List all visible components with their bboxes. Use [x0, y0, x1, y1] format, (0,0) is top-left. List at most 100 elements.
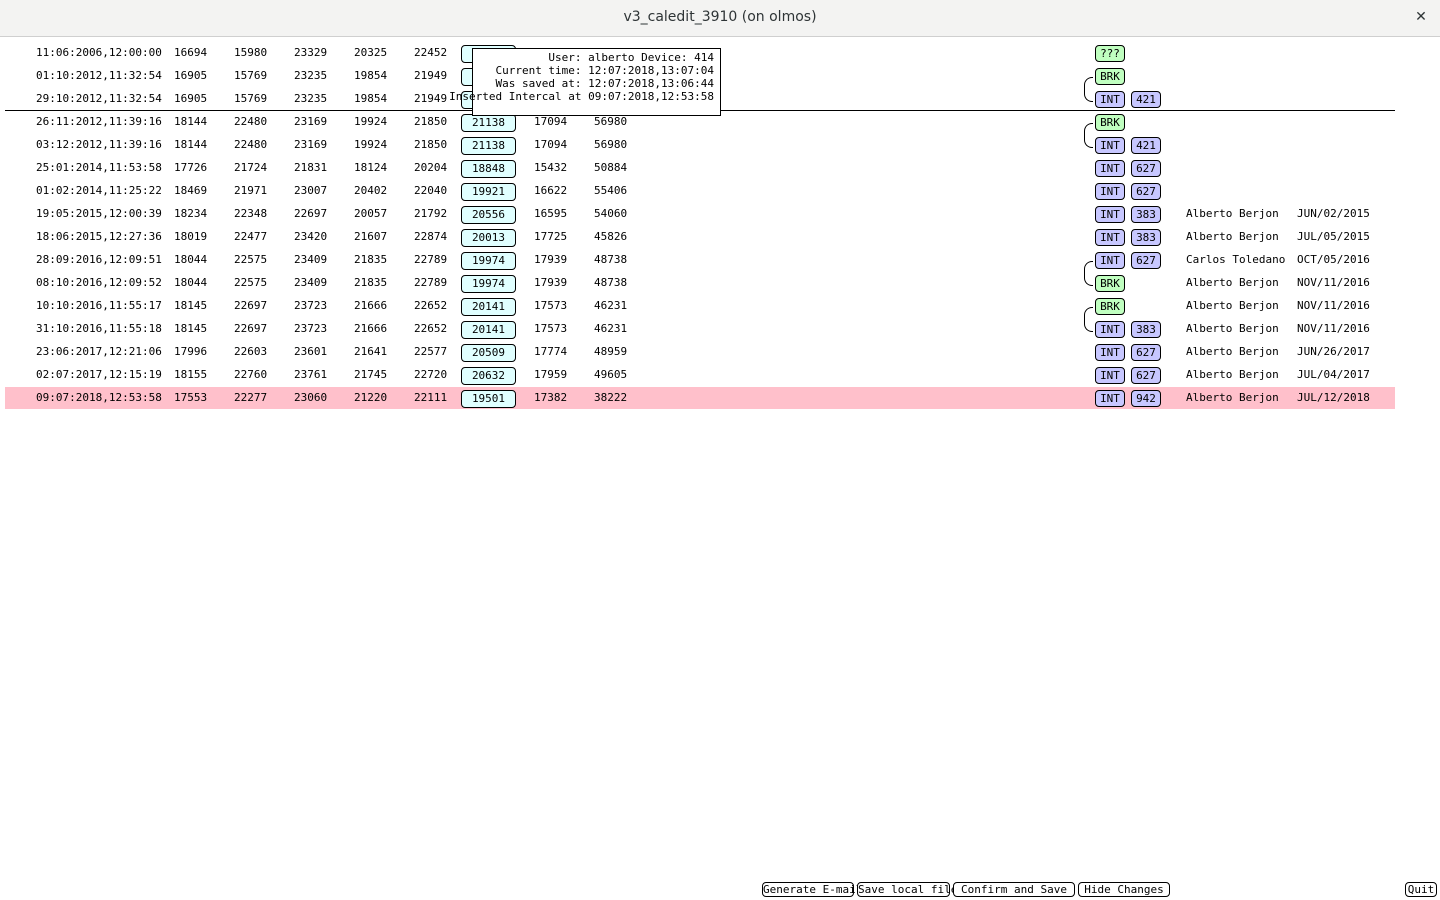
- row-type-tag[interactable]: INT: [1095, 91, 1125, 108]
- row-value-4: 21641: [354, 345, 388, 358]
- row-value-7: 48959: [594, 345, 628, 358]
- table-row[interactable]: 28:09:2016,12:09:51 18044 22575 23409 21835 2…: [5, 249, 1395, 271]
- info-tooltip: User: alberto Device: 414 Current time: …: [449, 48, 721, 116]
- row-datetime: 11:06:2006,12:00:00: [36, 46, 162, 59]
- table-row[interactable]: 25:01:2014,11:53:58 17726 21724 21831 18124 2…: [5, 157, 1395, 179]
- row-edit-field[interactable]: 19501: [461, 390, 516, 408]
- row-value-5: 21949: [414, 92, 448, 105]
- row-value-6: 17094: [534, 138, 568, 151]
- row-type-tag[interactable]: INT: [1095, 344, 1125, 361]
- row-type-tag[interactable]: BRK: [1095, 114, 1125, 131]
- row-value-5: 21850: [414, 115, 448, 128]
- confirm-and-save-button[interactable]: Confirm and Save: [953, 882, 1075, 897]
- row-edit-field[interactable]: 20141: [461, 298, 516, 316]
- generate-email-button[interactable]: Generate E-mail: [762, 882, 862, 897]
- row-value-1: 18044: [174, 276, 208, 289]
- row-edit-field[interactable]: 21138: [461, 114, 516, 132]
- row-edit-field[interactable]: 21138: [461, 137, 516, 155]
- row-edit-field[interactable]: 20013: [461, 229, 516, 247]
- row-value-7: 55406: [594, 184, 628, 197]
- row-number-tag[interactable]: 627: [1131, 252, 1161, 269]
- row-edit-field[interactable]: 19921: [461, 183, 516, 201]
- row-value-7: 45826: [594, 230, 628, 243]
- row-value-7: 56980: [594, 115, 628, 128]
- row-type-tag[interactable]: INT: [1095, 137, 1125, 154]
- row-value-2: 15769: [234, 69, 268, 82]
- row-value-1: 16905: [174, 69, 208, 82]
- table-row[interactable]: 10:10:2016,11:55:17 18145 22697 23723 21666 2…: [5, 295, 1395, 317]
- row-number-tag[interactable]: 627: [1131, 367, 1161, 384]
- row-value-2: 15980: [234, 46, 268, 59]
- table-row[interactable]: 31:10:2016,11:55:18 18145 22697 23723 21666 2…: [5, 318, 1395, 340]
- hide-changes-button[interactable]: Hide Changes: [1078, 882, 1170, 897]
- table-row[interactable]: 09:07:2018,12:53:58 17553 22277 23060 21220 2…: [5, 387, 1395, 409]
- row-value-6: 17959: [534, 368, 568, 381]
- table-row[interactable]: 03:12:2012,11:39:16 18144 22480 23169 19924 2…: [5, 134, 1395, 156]
- row-number-tag[interactable]: 383: [1131, 229, 1161, 246]
- row-edit-field[interactable]: 19974: [461, 275, 516, 293]
- row-type-tag[interactable]: BRK: [1095, 68, 1125, 85]
- row-number-tag[interactable]: 383: [1131, 321, 1161, 338]
- row-number-tag[interactable]: 942: [1131, 390, 1161, 407]
- table-row[interactable]: 18:06:2015,12:27:36 18019 22477 23420 21607 2…: [5, 226, 1395, 248]
- row-type-tag[interactable]: BRK: [1095, 275, 1125, 292]
- row-edit-field[interactable]: 20632: [461, 367, 516, 385]
- row-value-7: 50884: [594, 161, 628, 174]
- row-edit-field[interactable]: 20509: [461, 344, 516, 362]
- row-value-2: 21724: [234, 161, 268, 174]
- row-value-2: 21971: [234, 184, 268, 197]
- row-type-tag[interactable]: BRK: [1095, 298, 1125, 315]
- save-local-file-button[interactable]: Save local file: [857, 882, 957, 897]
- close-icon[interactable]: ✕: [1412, 8, 1430, 26]
- table-row[interactable]: 02:07:2017,12:15:19 18155 22760 23761 21745 2…: [5, 364, 1395, 386]
- table-row[interactable]: 08:10:2016,12:09:52 18044 22575 23409 21835 2…: [5, 272, 1395, 294]
- row-datetime: 25:01:2014,11:53:58: [36, 161, 162, 174]
- quit-button[interactable]: Quit: [1405, 882, 1437, 897]
- row-value-6: 17774: [534, 345, 568, 358]
- row-datetime: 19:05:2015,12:00:39: [36, 207, 162, 220]
- row-number-tag[interactable]: 627: [1131, 183, 1161, 200]
- tooltip-user: User: alberto Device: 414: [548, 51, 714, 64]
- row-value-1: 18145: [174, 322, 208, 335]
- row-number-tag[interactable]: 627: [1131, 160, 1161, 177]
- row-value-4: 21666: [354, 322, 388, 335]
- row-value-2: 22603: [234, 345, 268, 358]
- row-number-tag[interactable]: 383: [1131, 206, 1161, 223]
- row-type-tag[interactable]: INT: [1095, 160, 1125, 177]
- tooltip-saved-at: Was saved at: 12:07:2018,13:06:44: [495, 77, 714, 90]
- row-edit-field[interactable]: 20556: [461, 206, 516, 224]
- row-edit-field[interactable]: 19974: [461, 252, 516, 270]
- table-row[interactable]: 23:06:2017,12:21:06 17996 22603 23601 21641 2…: [5, 341, 1395, 363]
- row-type-tag[interactable]: ???: [1095, 45, 1125, 62]
- row-number-tag[interactable]: 421: [1131, 91, 1161, 108]
- row-value-4: 20057: [354, 207, 388, 220]
- row-type-tag[interactable]: INT: [1095, 252, 1125, 269]
- row-type-tag[interactable]: INT: [1095, 367, 1125, 384]
- row-datetime: 02:07:2017,12:15:19: [36, 368, 162, 381]
- row-number-tag[interactable]: 421: [1131, 137, 1161, 154]
- row-value-4: 21835: [354, 253, 388, 266]
- row-user-date: NOV/11/2016: [1297, 276, 1370, 289]
- row-value-2: 22480: [234, 115, 268, 128]
- row-user-date: OCT/05/2016: [1297, 253, 1370, 266]
- row-datetime: 18:06:2015,12:27:36: [36, 230, 162, 243]
- row-type-tag[interactable]: INT: [1095, 390, 1125, 407]
- row-value-5: 22452: [414, 46, 448, 59]
- row-type-tag[interactable]: INT: [1095, 321, 1125, 338]
- row-value-6: 17939: [534, 276, 568, 289]
- row-edit-field[interactable]: 18848: [461, 160, 516, 178]
- row-user: Alberto Berjon: [1186, 391, 1279, 404]
- title-bar: v3_caledit_3910 (on olmos) ✕: [0, 0, 1440, 37]
- row-type-tag[interactable]: INT: [1095, 183, 1125, 200]
- row-value-3: 21831: [294, 161, 328, 174]
- table-row[interactable]: 01:02:2014,11:25:22 18469 21971 23007 20402 2…: [5, 180, 1395, 202]
- row-value-4: 21220: [354, 391, 388, 404]
- row-number-tag[interactable]: 627: [1131, 344, 1161, 361]
- row-value-2: 22348: [234, 207, 268, 220]
- row-value-1: 17553: [174, 391, 208, 404]
- row-value-7: 54060: [594, 207, 628, 220]
- row-edit-field[interactable]: 20141: [461, 321, 516, 339]
- row-type-tag[interactable]: INT: [1095, 229, 1125, 246]
- row-type-tag[interactable]: INT: [1095, 206, 1125, 223]
- table-row[interactable]: 19:05:2015,12:00:39 18234 22348 22697 20057 2…: [5, 203, 1395, 225]
